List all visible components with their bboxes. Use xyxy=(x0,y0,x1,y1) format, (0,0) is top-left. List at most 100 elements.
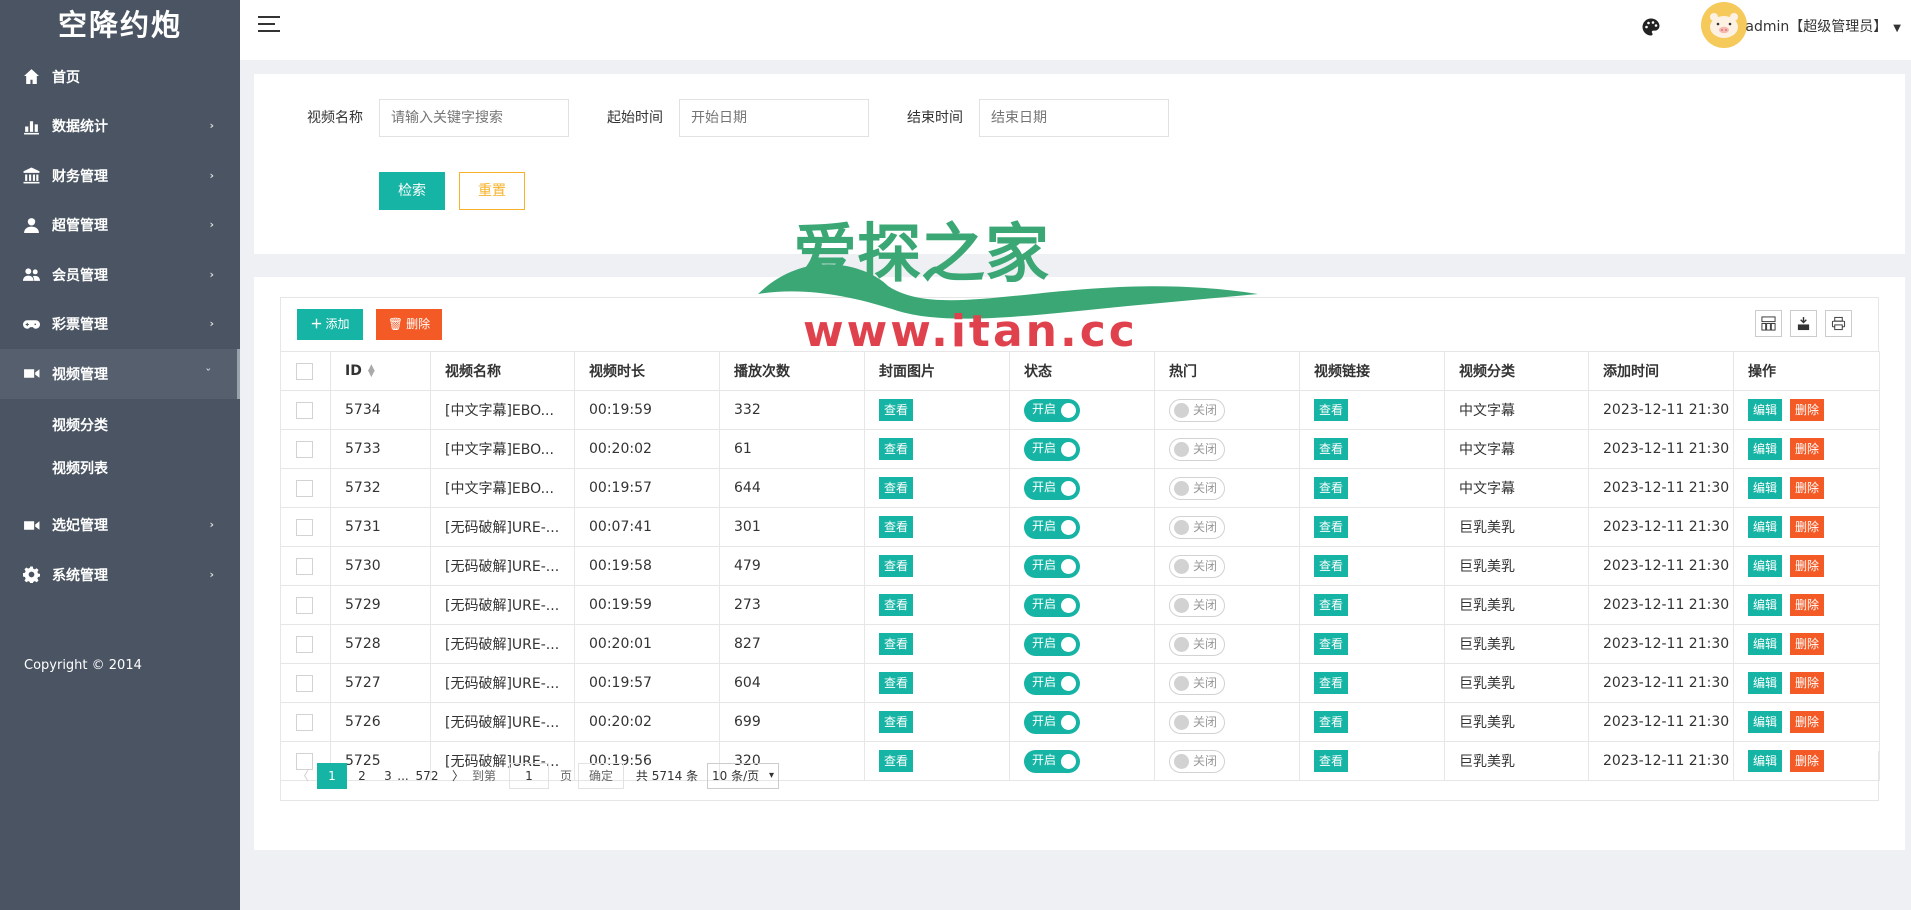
view-cover-button[interactable]: 查看 xyxy=(879,477,914,499)
view-cover-button[interactable]: 查看 xyxy=(879,555,914,577)
sidebar-item-system[interactable]: 系统管理 › xyxy=(0,550,240,600)
view-cover-button[interactable]: 查看 xyxy=(879,594,914,616)
row-checkbox[interactable] xyxy=(296,635,313,653)
view-link-button[interactable]: 查看 xyxy=(1314,438,1349,460)
view-cover-button[interactable]: 查看 xyxy=(879,438,914,460)
delete-button[interactable]: 删除 xyxy=(1790,438,1825,460)
search-button[interactable]: 检索 xyxy=(379,172,445,210)
palette-icon[interactable] xyxy=(1641,17,1661,37)
batch-delete-button[interactable]: 🗑 删除 xyxy=(376,309,442,340)
view-link-button[interactable]: 查看 xyxy=(1314,711,1349,733)
view-cover-button[interactable]: 查看 xyxy=(879,516,914,538)
status-toggle[interactable]: 开启 xyxy=(1024,437,1080,461)
start-date-input[interactable] xyxy=(679,99,869,137)
view-cover-button[interactable]: 查看 xyxy=(879,633,914,655)
row-checkbox[interactable] xyxy=(296,713,313,731)
export-icon[interactable] xyxy=(1790,310,1817,337)
hot-toggle[interactable]: 关闭 xyxy=(1169,593,1225,617)
view-link-button[interactable]: 查看 xyxy=(1314,633,1349,655)
page-1[interactable]: 1 xyxy=(317,763,347,789)
view-cover-button[interactable]: 查看 xyxy=(879,672,914,694)
edit-button[interactable]: 编辑 xyxy=(1748,555,1783,577)
view-link-button[interactable]: 查看 xyxy=(1314,594,1349,616)
hot-toggle[interactable]: 关闭 xyxy=(1169,398,1225,422)
select-all-checkbox[interactable] xyxy=(296,362,313,380)
goto-page-input[interactable]: 1 xyxy=(509,763,549,789)
delete-button[interactable]: 删除 xyxy=(1790,516,1825,538)
edit-button[interactable]: 编辑 xyxy=(1748,516,1783,538)
edit-button[interactable]: 编辑 xyxy=(1748,399,1783,421)
hot-toggle[interactable]: 关闭 xyxy=(1169,515,1225,539)
edit-button[interactable]: 编辑 xyxy=(1748,672,1783,694)
column-header-id[interactable]: ID ▲ ▼ xyxy=(330,351,431,391)
view-cover-button[interactable]: 查看 xyxy=(879,399,914,421)
delete-button[interactable]: 删除 xyxy=(1790,399,1825,421)
status-toggle[interactable]: 开启 xyxy=(1024,710,1080,734)
view-link-button[interactable]: 查看 xyxy=(1314,672,1349,694)
status-toggle[interactable]: 开启 xyxy=(1024,671,1080,695)
delete-button[interactable]: 删除 xyxy=(1790,633,1825,655)
avatar[interactable] xyxy=(1701,2,1747,48)
delete-button[interactable]: 删除 xyxy=(1790,594,1825,616)
hot-toggle[interactable]: 关闭 xyxy=(1169,671,1225,695)
chevron-right-icon: › xyxy=(209,267,214,281)
prev-page-icon[interactable]: 〈 xyxy=(291,763,315,789)
status-toggle[interactable]: 开启 xyxy=(1024,476,1080,500)
page-last[interactable]: 572 xyxy=(409,763,445,789)
hot-toggle[interactable]: 关闭 xyxy=(1169,632,1225,656)
edit-button[interactable]: 编辑 xyxy=(1748,711,1783,733)
status-toggle[interactable]: 开启 xyxy=(1024,515,1080,539)
page-2[interactable]: 2 xyxy=(347,763,377,789)
row-checkbox[interactable] xyxy=(296,557,313,575)
page-size-select[interactable]: 10 条/页 ▾ xyxy=(707,763,779,789)
status-toggle[interactable]: 开启 xyxy=(1024,398,1080,422)
sidebar-item-videos[interactable]: 视频管理 ˇ xyxy=(0,349,240,399)
sidebar-item-members[interactable]: 会员管理 › xyxy=(0,250,240,300)
reset-button[interactable]: 重置 xyxy=(459,172,525,210)
delete-button[interactable]: 删除 xyxy=(1790,555,1825,577)
status-toggle[interactable]: 开启 xyxy=(1024,632,1080,656)
hot-toggle[interactable]: 关闭 xyxy=(1169,476,1225,500)
row-checkbox[interactable] xyxy=(296,596,313,614)
cell-status: 开启 xyxy=(1009,702,1155,742)
view-link-button[interactable]: 查看 xyxy=(1314,399,1349,421)
sort-icon[interactable]: ▲ ▼ xyxy=(368,364,375,379)
view-link-button[interactable]: 查看 xyxy=(1314,477,1349,499)
edit-button[interactable]: 编辑 xyxy=(1748,438,1783,460)
sidebar-item-finance[interactable]: 财务管理 › xyxy=(0,151,240,201)
status-toggle[interactable]: 开启 xyxy=(1024,554,1080,578)
delete-button[interactable]: 删除 xyxy=(1790,477,1825,499)
edit-button[interactable]: 编辑 xyxy=(1748,594,1783,616)
menu-toggle-icon[interactable] xyxy=(258,16,280,34)
video-name-input[interactable] xyxy=(379,99,569,137)
view-cover-button[interactable]: 查看 xyxy=(879,711,914,733)
end-date-input[interactable] xyxy=(979,99,1169,137)
sidebar-item-home[interactable]: 首页 xyxy=(0,52,240,102)
row-checkbox[interactable] xyxy=(296,674,313,692)
row-checkbox[interactable] xyxy=(296,479,313,497)
sidebar-item-stats[interactable]: 数据统计 › xyxy=(0,102,240,152)
sidebar-subitem-video-category[interactable]: 视频分类 xyxy=(0,405,240,448)
delete-button[interactable]: 删除 xyxy=(1790,711,1825,733)
row-checkbox[interactable] xyxy=(296,401,313,419)
sidebar-item-lottery[interactable]: 彩票管理 › xyxy=(0,300,240,350)
sidebar-item-selection[interactable]: 选妃管理 › xyxy=(0,501,240,551)
edit-button[interactable]: 编辑 xyxy=(1748,477,1783,499)
row-checkbox[interactable] xyxy=(296,440,313,458)
columns-filter-icon[interactable] xyxy=(1755,310,1782,337)
view-link-button[interactable]: 查看 xyxy=(1314,516,1349,538)
hot-toggle[interactable]: 关闭 xyxy=(1169,437,1225,461)
hot-toggle[interactable]: 关闭 xyxy=(1169,710,1225,734)
delete-button[interactable]: 删除 xyxy=(1790,672,1825,694)
sidebar-item-admin[interactable]: 超管管理 › xyxy=(0,201,240,251)
goto-confirm-button[interactable]: 确定 xyxy=(578,763,624,789)
add-button[interactable]: ＋添加 xyxy=(297,309,363,340)
sidebar-subitem-video-list[interactable]: 视频列表 xyxy=(0,448,240,491)
status-toggle[interactable]: 开启 xyxy=(1024,593,1080,617)
user-menu[interactable]: admin【超级管理员】 ▼ xyxy=(1745,16,1901,36)
edit-button[interactable]: 编辑 xyxy=(1748,633,1783,655)
row-checkbox[interactable] xyxy=(296,518,313,536)
hot-toggle[interactable]: 关闭 xyxy=(1169,554,1225,578)
print-icon[interactable] xyxy=(1825,310,1852,337)
view-link-button[interactable]: 查看 xyxy=(1314,555,1349,577)
